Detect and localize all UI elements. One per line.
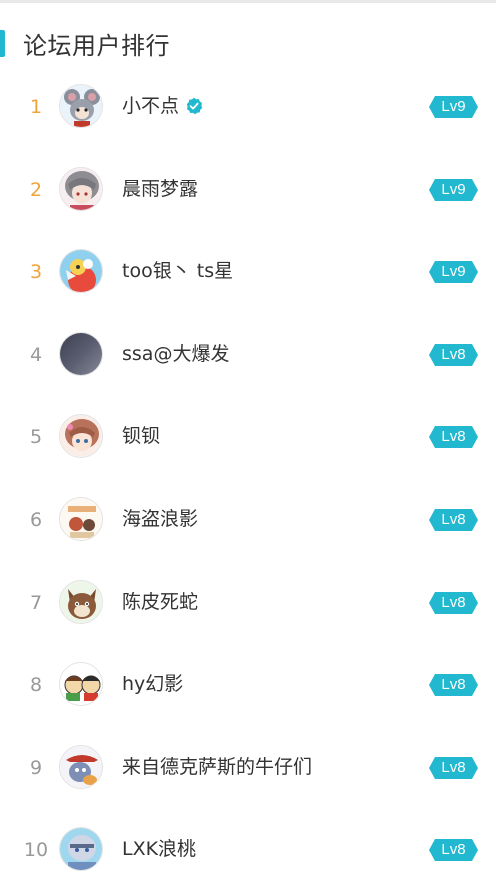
username-text: 来自德克萨斯的牛仔们 [122,755,313,778]
mouse-girl-avatar[interactable] [59,84,103,128]
level-badge: Lv8 [429,674,478,697]
ranking-row[interactable]: 6 海盗浪影 Lv8 [0,479,496,562]
username[interactable]: hy幻影 [122,672,183,696]
colorful-character-avatar[interactable] [59,249,103,294]
ranking-row[interactable]: 7 陈皮死蛇 Lv8 [0,562,496,645]
rank-number: 1 [29,96,43,118]
cartoon-pair-avatar[interactable] [59,662,103,707]
username[interactable]: 陈皮死蛇 [122,590,198,614]
level-badge: Lv9 [429,178,478,201]
level-badge: Lv8 [429,839,478,862]
rank-number: 10 [23,839,49,862]
level-badge: Lv8 [429,343,478,366]
panel-title: 论坛用户排行 [23,31,170,60]
username-text: 晨雨梦露 [122,177,199,200]
cowboy-cartoon-avatar[interactable] [59,744,103,789]
anime-grey-hair-avatar[interactable] [59,166,103,211]
rank-number: 4 [29,343,43,366]
rank-number: 2 [29,178,43,201]
anime-girl-avatar[interactable] [59,414,103,459]
ranking-row[interactable]: 10 LXK浪桃 Lv8 [0,809,496,892]
username-text: 小不点 [122,95,180,117]
brown-fox-avatar[interactable] [59,579,103,624]
level-badge: Lv8 [429,426,478,449]
header-accent-bar [0,29,5,57]
username-text: ssa@大爆发 [122,342,230,365]
level-text: Lv8 [441,676,466,694]
username[interactable]: LXK浪桃 [122,837,196,861]
level-badge: Lv8 [429,756,478,779]
ranking-row[interactable]: 4 ssa@大爆发 Lv8 [0,314,496,397]
username[interactable]: 小不点 [122,94,203,118]
level-badge: Lv8 [429,508,478,531]
level-text: Lv8 [441,345,466,363]
ranking-row[interactable]: 8 hy幻影 Lv8 [0,644,496,727]
level-text: Lv8 [441,428,466,446]
level-text: Lv9 [441,180,466,198]
level-text: Lv8 [441,510,466,528]
username[interactable]: ssa@大爆发 [122,342,229,366]
panel-header: 论坛用户排行 [0,27,170,60]
ranking-row[interactable]: 1 小不点 Lv9 [0,66,496,149]
level-badge: Lv9 [429,261,478,284]
rank-number: 6 [29,508,43,531]
level-text: Lv8 [441,841,466,859]
rank-number: 5 [29,426,43,449]
blue-character-avatar[interactable] [59,827,103,872]
username[interactable]: too银丶 ts星 [122,259,233,283]
level-text: Lv9 [441,98,466,115]
username-text: 海盗浪影 [122,507,199,530]
username[interactable]: 晨雨梦露 [122,177,198,201]
dark-gradient-avatar[interactable] [59,331,103,376]
level-text: Lv8 [441,593,466,611]
ranking-row[interactable]: 2 晨雨梦露 Lv9 [0,149,496,232]
username-text: hy幻影 [122,673,184,696]
username[interactable]: 来自德克萨斯的牛仔们 [122,755,312,779]
rank-number: 3 [29,261,43,284]
ranking-row[interactable]: 5 钡钡 Lv8 [0,396,496,479]
user-ranking-list: 1 小不点 Lv9 2 晨雨梦露 Lv9 3 too银丶 ts星 Lv9 4 s… [0,66,496,892]
username-text: LXK浪桃 [122,838,197,861]
level-badge: Lv9 [429,96,478,118]
level-text: Lv8 [441,758,466,776]
level-badge: Lv8 [429,591,478,614]
rank-number: 8 [29,674,43,697]
ranking-row[interactable]: 9 来自德克萨斯的牛仔们 Lv8 [0,727,496,810]
username[interactable]: 海盗浪影 [122,507,198,531]
username-text: too银丶 ts星 [122,260,234,283]
rank-number: 7 [29,591,43,614]
level-text: Lv9 [441,263,466,281]
panel-top-border [0,0,496,3]
username-text: 陈皮死蛇 [122,590,199,613]
pirate-cartoon-avatar[interactable] [59,496,103,541]
username-text: 钡钡 [122,425,161,448]
verified-badge-icon [185,97,203,115]
ranking-row[interactable]: 3 too银丶 ts星 Lv9 [0,231,496,314]
username[interactable]: 钡钡 [122,424,160,448]
rank-number: 9 [29,756,43,779]
